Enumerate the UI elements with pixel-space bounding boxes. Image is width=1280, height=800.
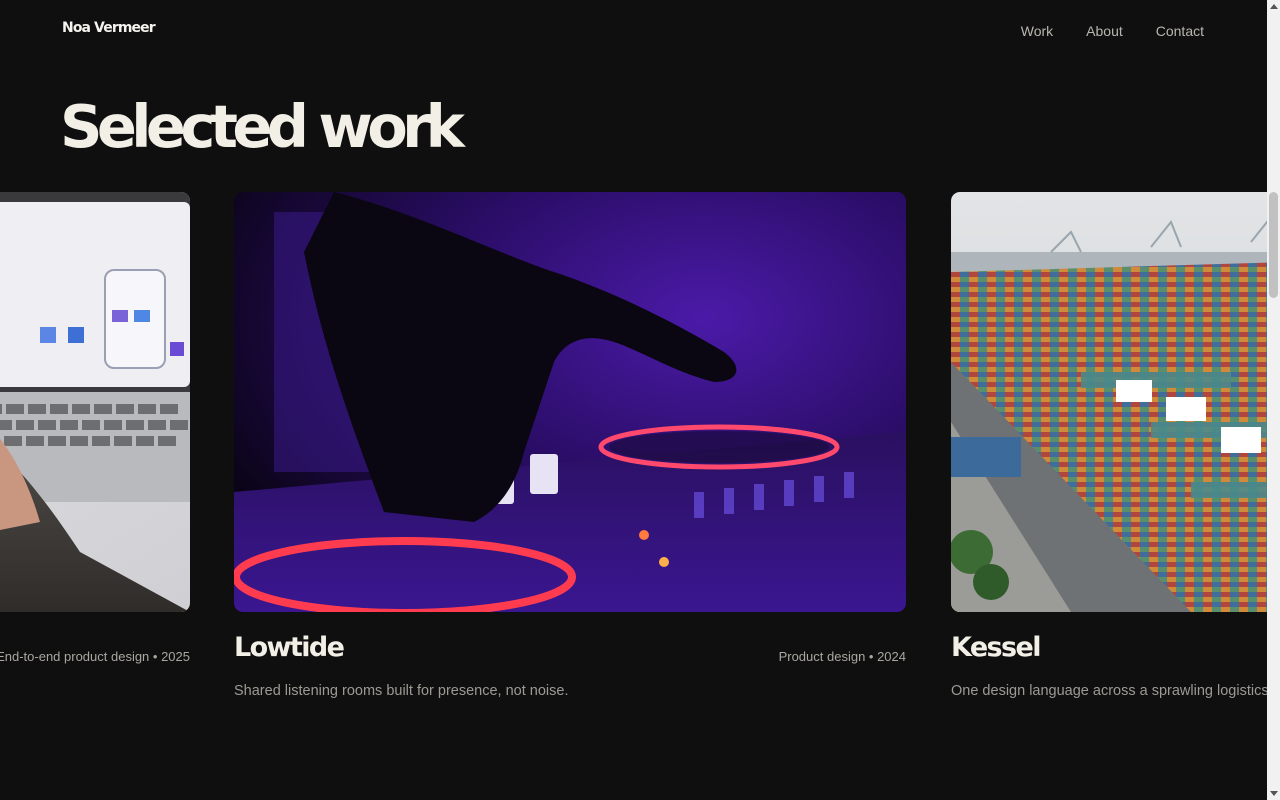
scroll-down-arrow-icon[interactable] <box>1270 791 1278 796</box>
dj-mixer-photo <box>234 192 906 612</box>
container-port-photo <box>951 192 1267 612</box>
nav-link-work[interactable]: Work <box>1021 23 1053 39</box>
project-meta: Product design • 2024 <box>778 649 906 664</box>
project-card[interactable]: Kessel One design language across a spra… <box>951 192 1267 712</box>
main-nav: Work About Contact <box>1021 23 1204 39</box>
project-card[interactable]: Lowtide Product design • 2024 Shared lis… <box>234 192 906 712</box>
nav-link-about[interactable]: About <box>1086 23 1123 39</box>
site-logo[interactable]: Noa Vermeer <box>62 20 156 36</box>
project-card[interactable]: End-to-end product design • 2025 <box>0 192 190 712</box>
nav-link-contact[interactable]: Contact <box>1156 23 1204 39</box>
project-image[interactable] <box>234 192 906 612</box>
project-description: One design language across a sprawling l… <box>951 683 1267 699</box>
project-title[interactable]: Lowtide <box>234 632 345 663</box>
project-meta: End-to-end product design • 2025 <box>0 649 190 664</box>
page-title: Selected work <box>60 92 465 161</box>
laptop-photo <box>0 192 190 612</box>
scrollbar-thumb[interactable] <box>1269 192 1278 298</box>
scroll-up-arrow-icon[interactable] <box>1270 4 1278 9</box>
project-description: Shared listening rooms built for presenc… <box>234 683 569 699</box>
vertical-scrollbar[interactable] <box>1267 0 1280 800</box>
project-image[interactable] <box>951 192 1267 612</box>
portfolio-page: Noa Vermeer Work About Contact Selected … <box>0 0 1267 800</box>
project-title[interactable]: Kessel <box>951 632 1041 663</box>
project-image[interactable] <box>0 192 190 612</box>
